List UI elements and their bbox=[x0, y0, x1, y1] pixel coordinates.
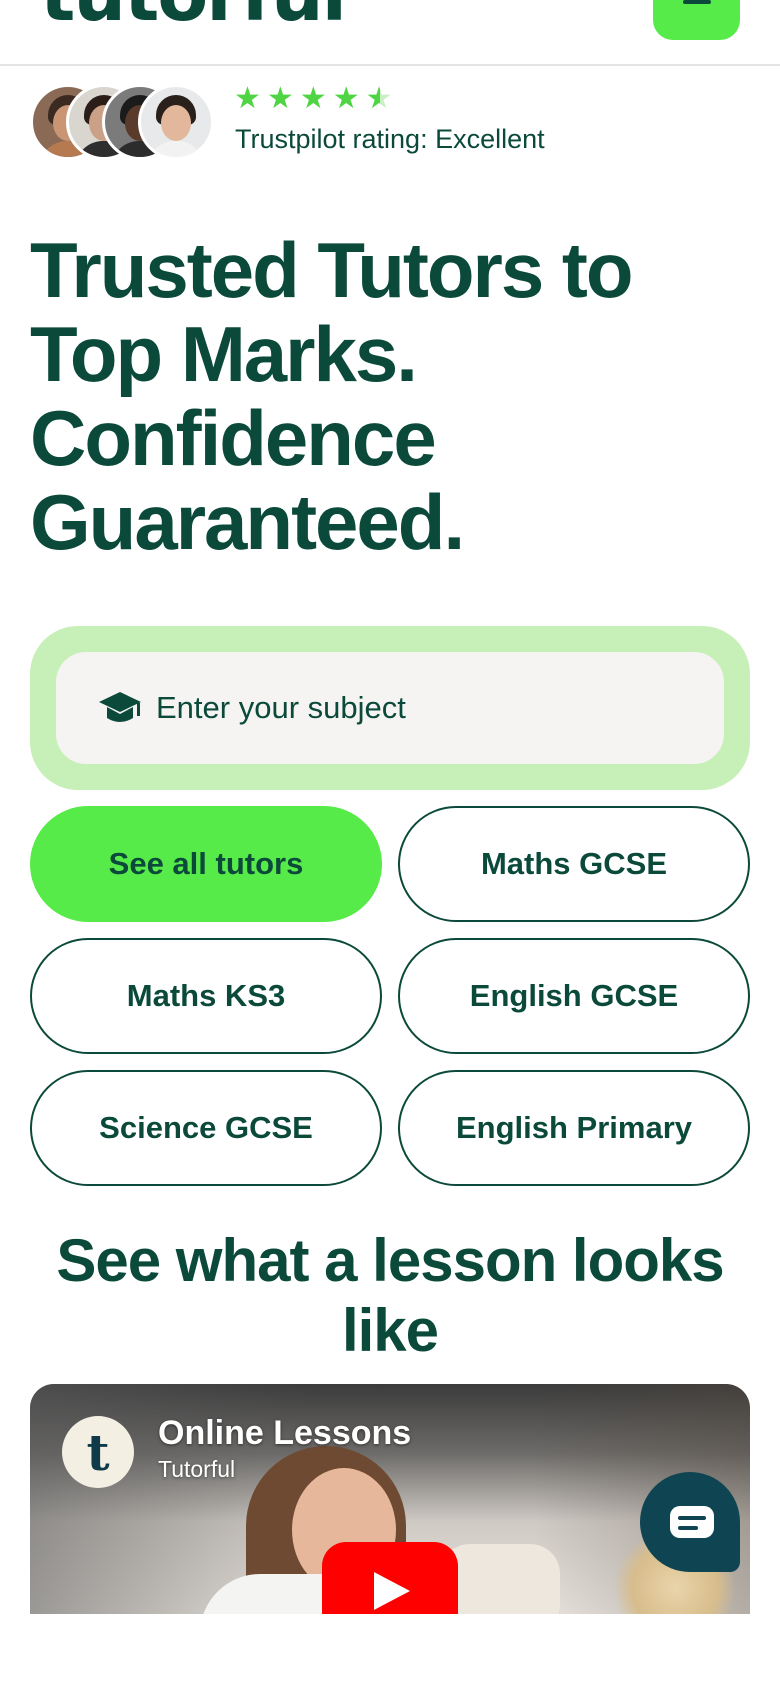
graduation-cap-icon bbox=[98, 688, 142, 728]
menu-button[interactable] bbox=[653, 0, 740, 40]
tutor-avatars bbox=[30, 84, 230, 162]
lesson-section-title: See what a lesson looks like bbox=[56, 1227, 724, 1364]
video-channel-name[interactable]: Tutorful bbox=[158, 1456, 235, 1483]
half-star-icon: ★ bbox=[365, 81, 393, 116]
avatar bbox=[138, 84, 214, 160]
tutorful-logo[interactable]: tutorful bbox=[40, 0, 347, 32]
hero-title-line: Confidence bbox=[30, 394, 437, 482]
hero-title: Trusted Tutors to Top Marks. Confidence … bbox=[30, 228, 730, 564]
play-icon bbox=[374, 1572, 410, 1610]
hero-title-line: Guaranteed. bbox=[30, 478, 465, 566]
chat-button[interactable] bbox=[640, 1472, 740, 1572]
subject-search-container: Enter your subject bbox=[30, 626, 750, 790]
search-placeholder: Enter your subject bbox=[156, 690, 406, 725]
trustpilot-rating-text[interactable]: Trustpilot rating: Excellent bbox=[235, 124, 545, 155]
subject-search-input[interactable]: Enter your subject bbox=[56, 652, 724, 764]
site-header: tutorful bbox=[0, 0, 780, 66]
see-all-tutors-button[interactable]: See all tutors bbox=[30, 806, 382, 922]
chip-science-gcse[interactable]: Science GCSE bbox=[30, 1070, 382, 1186]
star-icon: ★ bbox=[299, 81, 327, 116]
star-icon: ★ bbox=[234, 81, 261, 116]
video-title[interactable]: Online Lessons bbox=[158, 1414, 411, 1453]
chip-english-primary[interactable]: English Primary bbox=[398, 1070, 750, 1186]
chat-bubble-icon bbox=[670, 1506, 714, 1538]
play-button[interactable] bbox=[322, 1542, 458, 1614]
chip-english-gcse[interactable]: English GCSE bbox=[398, 938, 750, 1054]
chip-maths-gcse[interactable]: Maths GCSE bbox=[398, 806, 750, 922]
star-rating: ★ ★ ★ ★ ★ bbox=[234, 84, 393, 114]
hero-title-line: Trusted Tutors to bbox=[30, 226, 634, 314]
chip-maths-ks3[interactable]: Maths KS3 bbox=[30, 938, 382, 1054]
star-icon: ★ bbox=[266, 81, 294, 116]
star-icon: ★ bbox=[332, 81, 360, 116]
video-player[interactable]: t Online Lessons Tutorful bbox=[30, 1384, 750, 1614]
channel-avatar[interactable]: t bbox=[62, 1416, 134, 1488]
hero-title-line: Top Marks. bbox=[30, 310, 418, 398]
hamburger-menu-icon bbox=[683, 0, 711, 4]
